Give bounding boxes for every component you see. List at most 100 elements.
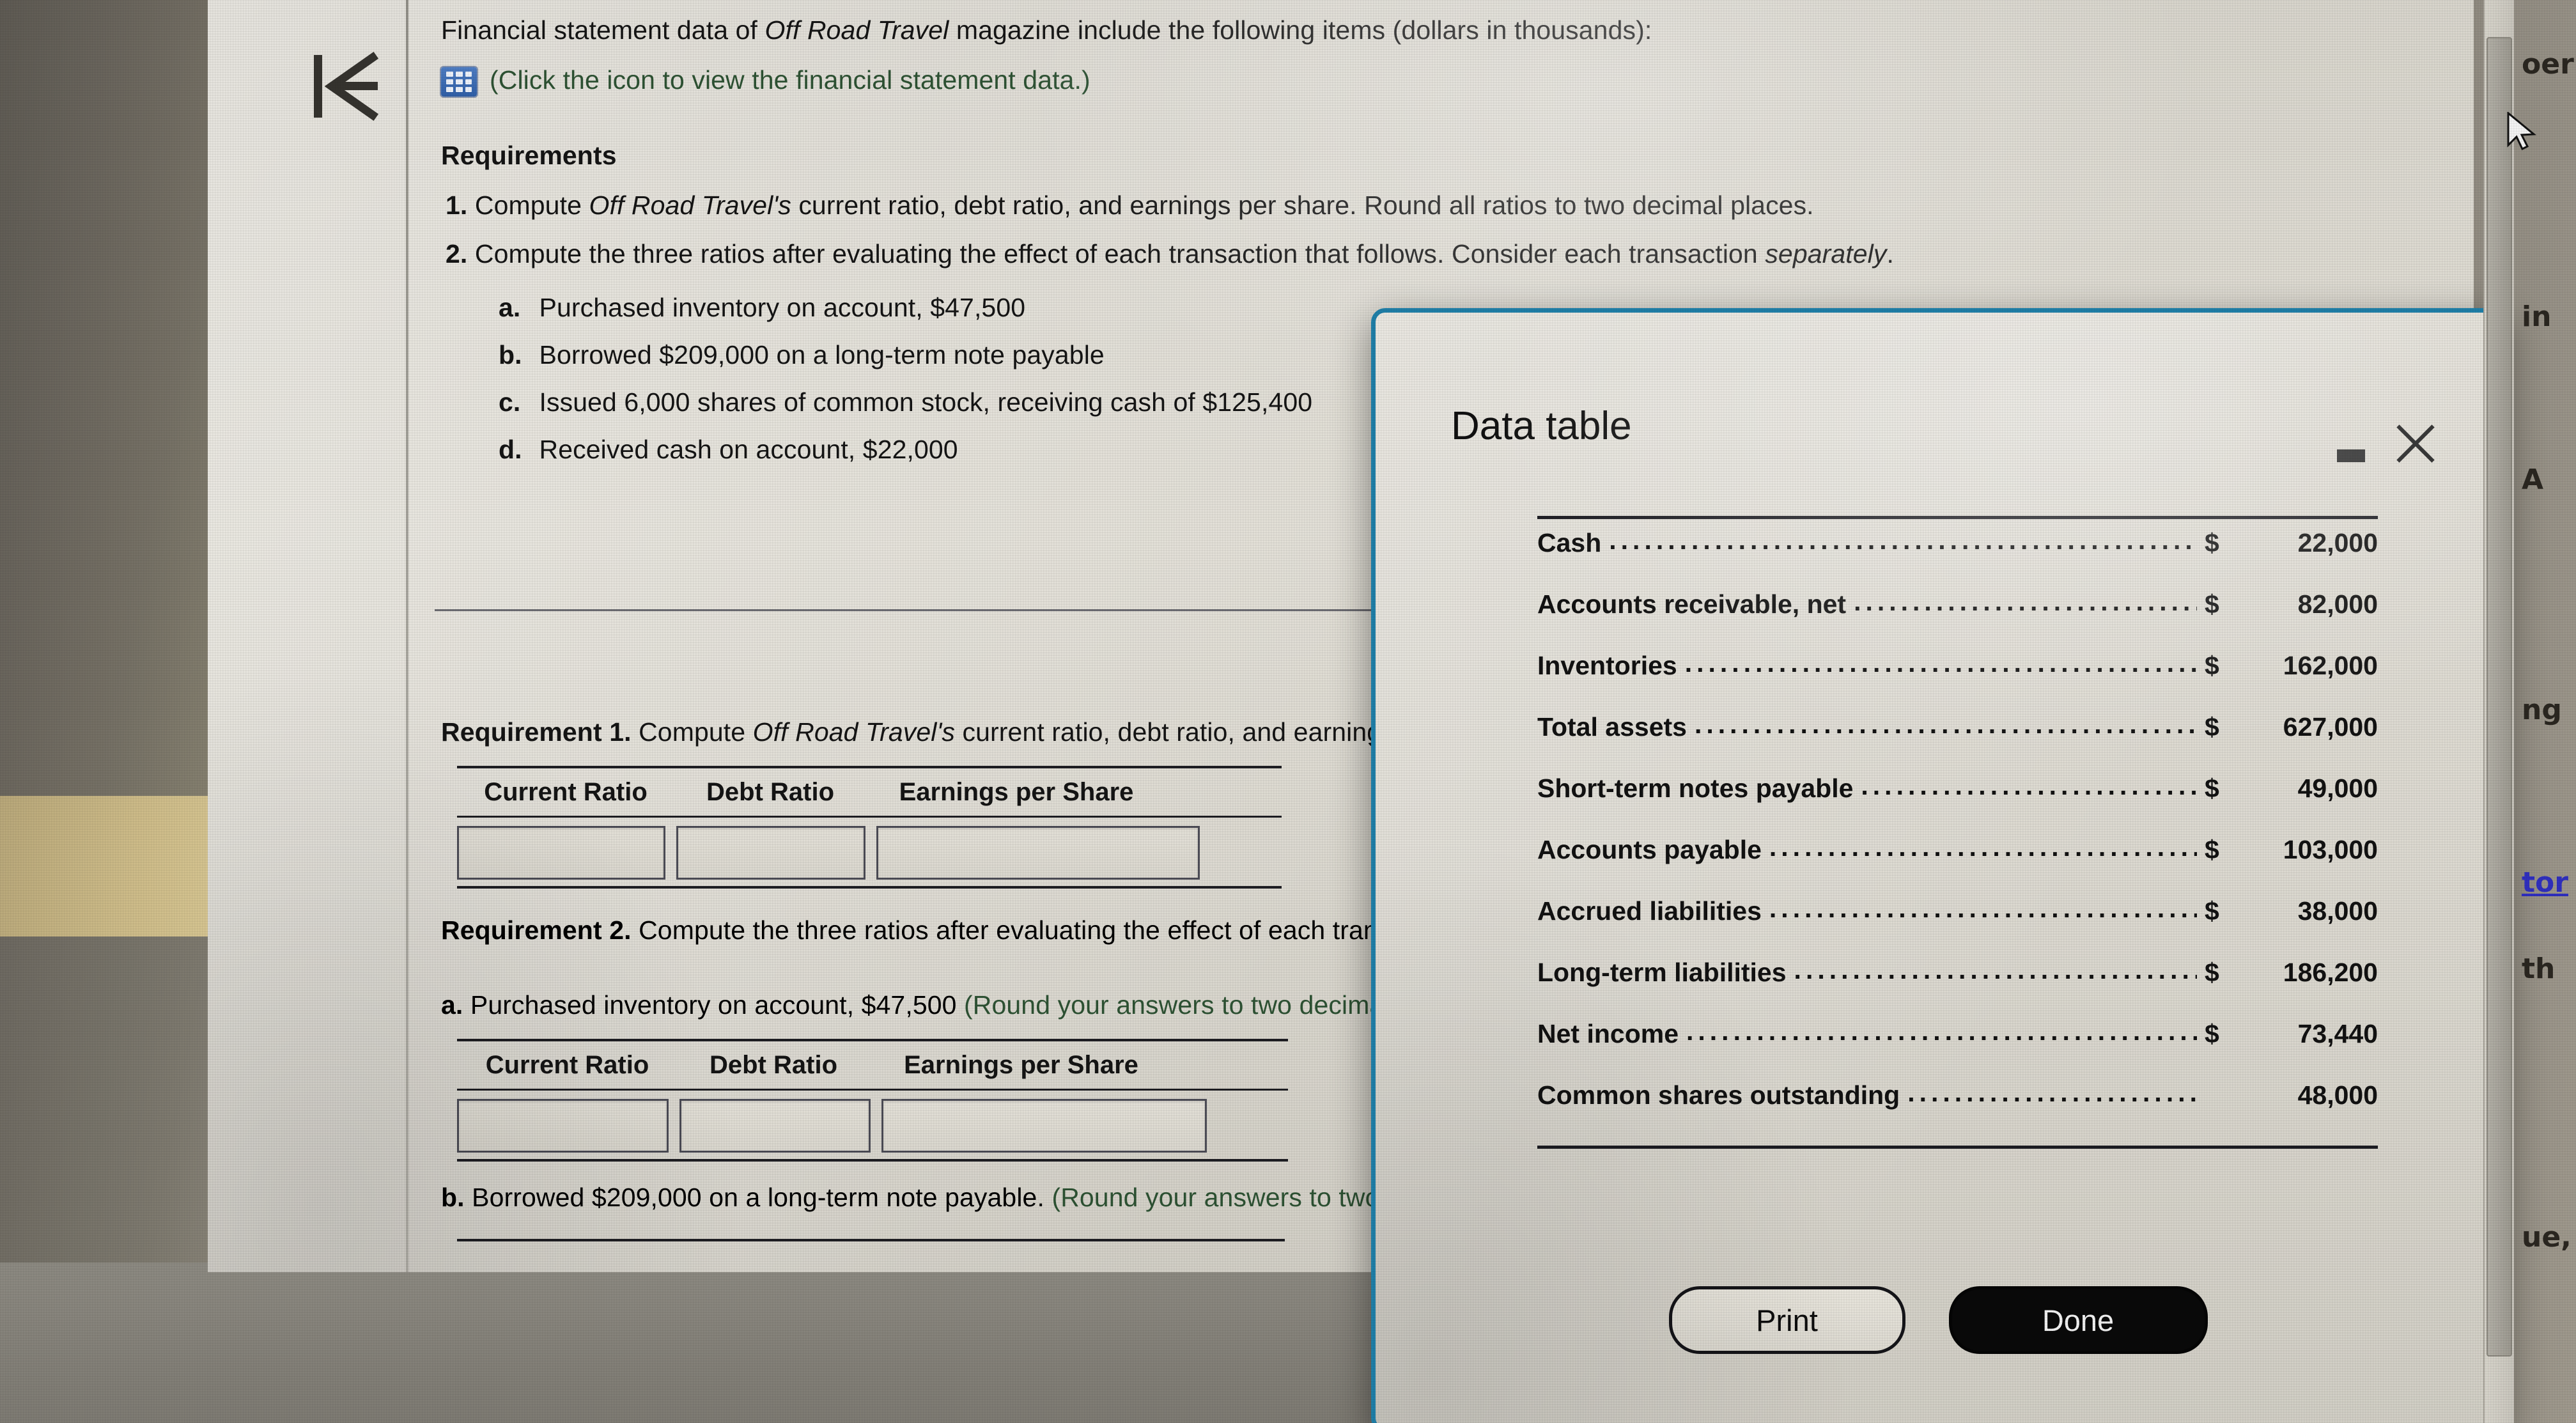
intro-line: Financial statement data of Off Road Tra…: [441, 14, 1652, 47]
scrollbar-thumb[interactable]: [2487, 37, 2512, 1357]
req1-input-eps[interactable]: [876, 826, 1200, 880]
leader-dots: ........................................…: [1609, 525, 2197, 555]
part-a-col-eps: Earnings per Share: [904, 1050, 1138, 1079]
data-table-dialog: Data table Cash.........................…: [1371, 308, 2505, 1423]
row-label: Accounts payable: [1537, 835, 1762, 864]
part-a-col-current-ratio: Current Ratio: [485, 1050, 649, 1079]
transaction-a-text: Purchased inventory on account, $47,500: [539, 293, 1026, 322]
transaction-a-letter: a.: [499, 293, 521, 322]
row-value: 22,000: [2297, 528, 2378, 557]
part-b-table-header-clipped: [460, 1255, 1278, 1271]
req1-input-current-ratio[interactable]: [457, 826, 665, 880]
requirement-1-answer-post: current ratio, debt ratio, and earning: [955, 717, 1382, 747]
part-a-text: Purchased inventory on account, $47,500: [463, 990, 965, 1020]
row-label: Net income: [1537, 1019, 1679, 1048]
table-row: Cash....................................…: [1537, 525, 2378, 589]
transaction-b: b. Borrowed $209,000 on a long-term note…: [499, 339, 1105, 371]
requirement-1-table: Current Ratio Debt Ratio Earnings per Sh…: [457, 766, 1282, 889]
leader-dots: ........................................…: [1794, 955, 2197, 984]
collapse-panel-icon[interactable]: [304, 45, 387, 128]
row-currency: $: [2205, 589, 2219, 619]
requirement-1-answer-heading: Requirement 1. Compute Off Road Travel's…: [441, 716, 1381, 749]
part-a-input-current-ratio[interactable]: [457, 1099, 669, 1153]
background-text-fragment: in: [2522, 300, 2552, 333]
table-row: Total assets............................…: [1537, 710, 2378, 774]
row-value: 48,000: [2297, 1080, 2378, 1110]
table-row: Accrued liabilities.....................…: [1537, 894, 2378, 958]
background-text-fragment: A: [2522, 463, 2544, 496]
row-currency: $: [2205, 712, 2219, 742]
req1-col-eps: Earnings per Share: [899, 777, 1134, 806]
transaction-c-letter: c.: [499, 387, 521, 417]
done-button[interactable]: Done: [1948, 1286, 2208, 1354]
part-b-letter: b.: [441, 1183, 465, 1212]
requirement-2-answer-label: Requirement 2.: [441, 915, 632, 945]
row-label: Long-term liabilities: [1537, 958, 1787, 987]
transaction-c-text: Issued 6,000 shares of common stock, rec…: [539, 387, 1313, 417]
row-value: 49,000: [2297, 774, 2378, 803]
row-currency: $: [2205, 958, 2219, 987]
print-button[interactable]: Print: [1668, 1286, 1905, 1354]
table-row: Short-term notes payable................…: [1537, 771, 2378, 835]
intro-company: Off Road Travel: [764, 15, 949, 45]
row-value: 186,200: [2283, 958, 2378, 987]
leader-dots: ........................................…: [1686, 1016, 2197, 1046]
part-a-input-debt-ratio[interactable]: [679, 1099, 871, 1153]
requirement-2-pre: Compute the three ratios after evaluatin…: [474, 239, 1765, 268]
row-label: Cash: [1537, 528, 1602, 557]
screen-left-bezel: [0, 0, 208, 1423]
part-a-input-eps[interactable]: [881, 1099, 1207, 1153]
row-currency: $: [2205, 651, 2219, 680]
leader-dots: ........................................…: [1907, 1078, 2197, 1107]
requirement-1-company: Off Road Travel's: [589, 191, 791, 220]
part-a-note: (Round your answers to two decima: [964, 990, 1385, 1020]
requirement-1-answer-label: Requirement 1.: [441, 717, 632, 747]
table-row: Common shares outstanding...............…: [1537, 1078, 2378, 1142]
requirement-1-post: current ratio, debt ratio, and earnings …: [791, 191, 1814, 220]
part-b-note: (Round your answers to two: [1051, 1183, 1380, 1212]
leader-dots: ........................................…: [1861, 771, 2197, 800]
leader-dots: ........................................…: [1769, 894, 2197, 923]
transaction-b-text: Borrowed $209,000 on a long-term note pa…: [539, 340, 1105, 369]
row-value: 627,000: [2283, 712, 2378, 742]
spreadsheet-icon[interactable]: [441, 67, 477, 97]
transaction-c: c. Issued 6,000 shares of common stock, …: [499, 386, 1312, 419]
row-currency: $: [2205, 1019, 2219, 1048]
row-label: Total assets: [1537, 712, 1687, 742]
requirement-2-line: 2. Compute the three ratios after evalua…: [446, 238, 1894, 270]
leader-dots: ........................................…: [1694, 710, 2197, 739]
background-text-fragment: ue,: [2522, 1221, 2572, 1254]
requirement-2-number: 2.: [446, 239, 468, 268]
requirement-2-answer-text: Compute the three ratios after evaluatin…: [631, 915, 1378, 945]
close-icon[interactable]: [2392, 420, 2439, 467]
requirement-1-pre: Compute: [474, 191, 589, 220]
background-text-fragment: oer: [2522, 48, 2574, 81]
row-label: Short-term notes payable: [1537, 774, 1854, 803]
transaction-a: a. Purchased inventory on account, $47,5…: [499, 292, 1025, 324]
requirement-1-line: 1. Compute Off Road Travel's current rat…: [446, 189, 1814, 222]
row-value: 38,000: [2297, 896, 2378, 926]
table-row: Net income..............................…: [1537, 1016, 2378, 1080]
mouse-cursor: [2507, 112, 2536, 151]
req1-input-debt-ratio[interactable]: [676, 826, 865, 880]
part-a-table: Current Ratio Debt Ratio Earnings per Sh…: [457, 1039, 1288, 1162]
row-label: Accrued liabilities: [1537, 896, 1762, 926]
intro-suffix: magazine include the following items (do…: [949, 15, 1652, 45]
requirements-heading: Requirements: [441, 141, 617, 170]
row-value: 73,440: [2297, 1019, 2378, 1048]
minimize-icon[interactable]: [2337, 449, 2365, 462]
row-currency: $: [2205, 896, 2219, 926]
row-label: Inventories: [1537, 651, 1677, 680]
row-label: Common shares outstanding: [1537, 1080, 1900, 1110]
row-value: 162,000: [2283, 651, 2378, 680]
transaction-d: d. Received cash on account, $22,000: [499, 433, 958, 466]
icon-hint-text[interactable]: (Click the icon to view the financial st…: [490, 64, 1090, 97]
part-a-letter: a.: [441, 990, 463, 1020]
req1-col-debt-ratio: Debt Ratio: [706, 777, 834, 806]
part-b-prompt: b. Borrowed $209,000 on a long-term note…: [441, 1181, 1380, 1214]
table-row: Inventories.............................…: [1537, 648, 2378, 712]
requirement-1-answer-company: Off Road Travel's: [752, 717, 956, 747]
background-text-fragment[interactable]: tor: [2522, 866, 2568, 899]
dialog-title: Data table: [1451, 404, 1632, 448]
part-a-col-debt-ratio: Debt Ratio: [710, 1050, 837, 1079]
